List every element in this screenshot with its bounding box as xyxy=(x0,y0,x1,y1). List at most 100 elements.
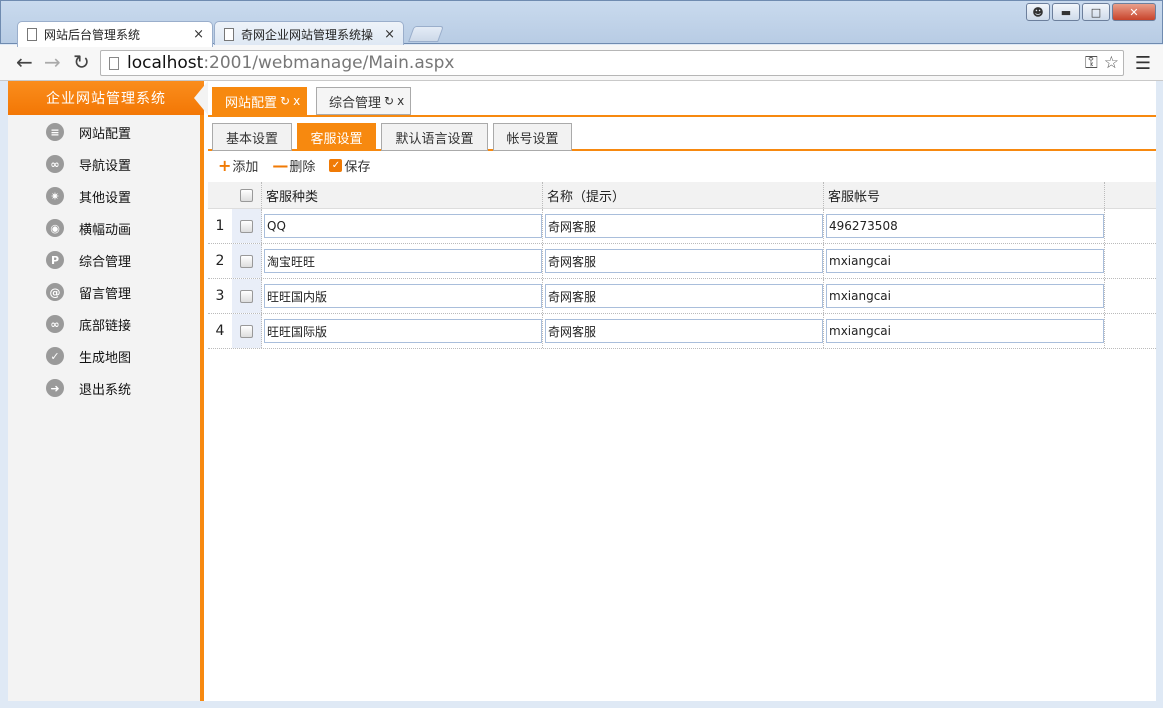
row-number: 2 xyxy=(215,253,225,269)
close-icon[interactable]: x xyxy=(293,94,300,108)
table-row: 2 淘宝旺旺 奇网客服 mxiangcai xyxy=(208,244,1156,279)
refresh-icon[interactable]: ↻ xyxy=(280,94,290,108)
column-header-name[interactable]: 名称（提示） xyxy=(543,182,824,208)
subtab-language[interactable]: 默认语言设置 xyxy=(381,123,488,151)
sidebar-item-messages[interactable]: @ 留言管理 xyxy=(8,276,204,308)
account-input[interactable]: 496273508 xyxy=(826,214,1104,238)
user-icon[interactable]: ☻ xyxy=(1026,3,1050,21)
main-panel: 网站配置 ↻ x 综合管理 ↻ x 基本设置 客服设置 默认语言设置 帐号设置 … xyxy=(208,81,1156,701)
name-cell: 奇网客服 xyxy=(543,314,824,348)
plus-icon: + xyxy=(218,155,232,175)
sidebar-item-logout[interactable]: ➜ 退出系统 xyxy=(8,372,204,404)
add-button[interactable]: + 添加 xyxy=(218,156,258,175)
star-icon[interactable]: ☆ xyxy=(1104,53,1119,73)
sidebar-item-banner[interactable]: ◉ 横幅动画 xyxy=(8,212,204,244)
row-checkbox-cell xyxy=(232,279,262,313)
row-checkbox-cell xyxy=(232,314,262,348)
sidebar-item-label: 留言管理 xyxy=(79,286,132,302)
arrow-right-icon: ➜ xyxy=(46,379,64,397)
row-number: 3 xyxy=(215,288,225,304)
type-input[interactable]: 淘宝旺旺 xyxy=(264,249,542,273)
row-checkbox[interactable] xyxy=(240,254,253,268)
sidebar-item-nav-settings[interactable]: ∞ 导航设置 xyxy=(8,148,204,180)
row-checkbox[interactable] xyxy=(240,219,253,233)
service-grid: 客服种类 名称（提示） 客服帐号 1 QQ 奇网客服 496273508 2 淘… xyxy=(208,182,1156,349)
tab-close-icon[interactable]: × xyxy=(384,27,395,42)
sidebar-item-label: 综合管理 xyxy=(79,254,132,270)
browser-tab-active[interactable]: 网站后台管理系统 × xyxy=(17,21,213,47)
row-number: 1 xyxy=(215,218,225,234)
row-checkbox-cell xyxy=(232,209,262,243)
type-input[interactable]: 旺旺国际版 xyxy=(264,319,542,343)
name-input[interactable]: 奇网客服 xyxy=(545,284,823,308)
column-header-account[interactable]: 客服帐号 xyxy=(824,182,1105,208)
p-icon: P xyxy=(46,251,64,269)
row-checkbox-cell xyxy=(232,244,262,278)
row-checkbox[interactable] xyxy=(240,289,253,303)
column-header-type[interactable]: 客服种类 xyxy=(262,182,543,208)
browser-titlebar: 网站后台管理系统 × 奇网企业网站管理系统操 × ☻ ▬ □ ✕ xyxy=(0,0,1163,47)
minimize-button[interactable]: ▬ xyxy=(1052,3,1080,21)
name-input[interactable]: 奇网客服 xyxy=(545,214,823,238)
type-input[interactable]: QQ xyxy=(264,214,542,238)
sidebar-item-general[interactable]: P 综合管理 xyxy=(8,244,204,276)
at-icon: @ xyxy=(46,283,64,301)
account-cell: mxiangcai xyxy=(824,279,1105,313)
list-icon: ≡ xyxy=(46,123,64,141)
subtab-customer-service[interactable]: 客服设置 xyxy=(297,123,376,151)
sidebar-item-footer-links[interactable]: ∞ 底部链接 xyxy=(8,308,204,340)
address-bar[interactable]: localhost:2001/webmanage/Main.aspx ⚿ ☆ xyxy=(100,50,1124,76)
row-number-header xyxy=(208,182,232,208)
select-all-checkbox[interactable] xyxy=(240,188,253,202)
sidebar-nav: ≡ 网站配置 ∞ 导航设置 ✷ 其他设置 ◉ 横幅动画 P 综合管理 @ 留言管理 ∞ 底部链… xyxy=(8,116,204,404)
sidebar-item-label: 其他设置 xyxy=(79,190,132,206)
tab-label: 综合管理 xyxy=(329,95,382,111)
save-button[interactable]: ✓ 保存 xyxy=(329,156,370,175)
tab-general-management[interactable]: 综合管理 ↻ x xyxy=(316,87,412,115)
tab-label: 网站配置 xyxy=(225,95,278,111)
delete-button[interactable]: — 删除 xyxy=(272,156,315,175)
subtab-account[interactable]: 帐号设置 xyxy=(493,123,572,151)
page-icon xyxy=(224,28,234,41)
forward-icon[interactable]: → xyxy=(44,52,61,72)
tab-close-icon[interactable]: × xyxy=(193,27,204,42)
brand-title: 企业网站管理系统 xyxy=(8,81,208,115)
name-input[interactable]: 奇网客服 xyxy=(545,249,823,273)
delete-label: 删除 xyxy=(289,159,316,175)
account-input[interactable]: mxiangcai xyxy=(826,284,1104,308)
page-icon xyxy=(109,56,119,70)
account-cell: mxiangcai xyxy=(824,314,1105,348)
sidebar-item-other-settings[interactable]: ✷ 其他设置 xyxy=(8,180,204,212)
new-tab-button[interactable] xyxy=(408,26,444,42)
sidebar-item-sitemap[interactable]: ✓ 生成地图 xyxy=(8,340,204,372)
maximize-button[interactable]: □ xyxy=(1082,3,1110,21)
check-icon: ✓ xyxy=(329,158,343,172)
refresh-icon[interactable]: ↻ xyxy=(384,94,394,108)
browser-tab-title: 网站后台管理系统 xyxy=(44,28,141,42)
sidebar-item-label: 网站配置 xyxy=(79,126,132,142)
link-icon: ∞ xyxy=(46,155,64,173)
reload-icon[interactable]: ↻ xyxy=(73,52,90,72)
sidebar-item-label: 生成地图 xyxy=(79,350,132,366)
url-host: localhost xyxy=(127,53,204,73)
subtab-basic[interactable]: 基本设置 xyxy=(212,123,292,151)
key-icon[interactable]: ⚿ xyxy=(1085,53,1098,73)
menu-icon[interactable]: ☰ xyxy=(1135,53,1151,74)
sidebar-item-label: 退出系统 xyxy=(79,382,132,398)
account-input[interactable]: mxiangcai xyxy=(826,249,1104,273)
back-icon[interactable]: ← xyxy=(16,52,33,72)
row-checkbox[interactable] xyxy=(240,324,253,338)
tab-site-config[interactable]: 网站配置 ↻ x xyxy=(212,87,308,115)
browser-tab[interactable]: 奇网企业网站管理系统操 × xyxy=(214,21,404,47)
sidebar-item-site-config[interactable]: ≡ 网站配置 xyxy=(8,116,204,148)
name-cell: 奇网客服 xyxy=(543,279,824,313)
name-input[interactable]: 奇网客服 xyxy=(545,319,823,343)
gear-icon: ✷ xyxy=(46,187,64,205)
type-input[interactable]: 旺旺国内版 xyxy=(264,284,542,308)
close-window-button[interactable]: ✕ xyxy=(1112,3,1156,21)
add-label: 添加 xyxy=(232,159,259,175)
save-label: 保存 xyxy=(344,159,371,175)
table-row: 1 QQ 奇网客服 496273508 xyxy=(208,209,1156,244)
account-input[interactable]: mxiangcai xyxy=(826,319,1104,343)
close-icon[interactable]: x xyxy=(397,94,404,108)
